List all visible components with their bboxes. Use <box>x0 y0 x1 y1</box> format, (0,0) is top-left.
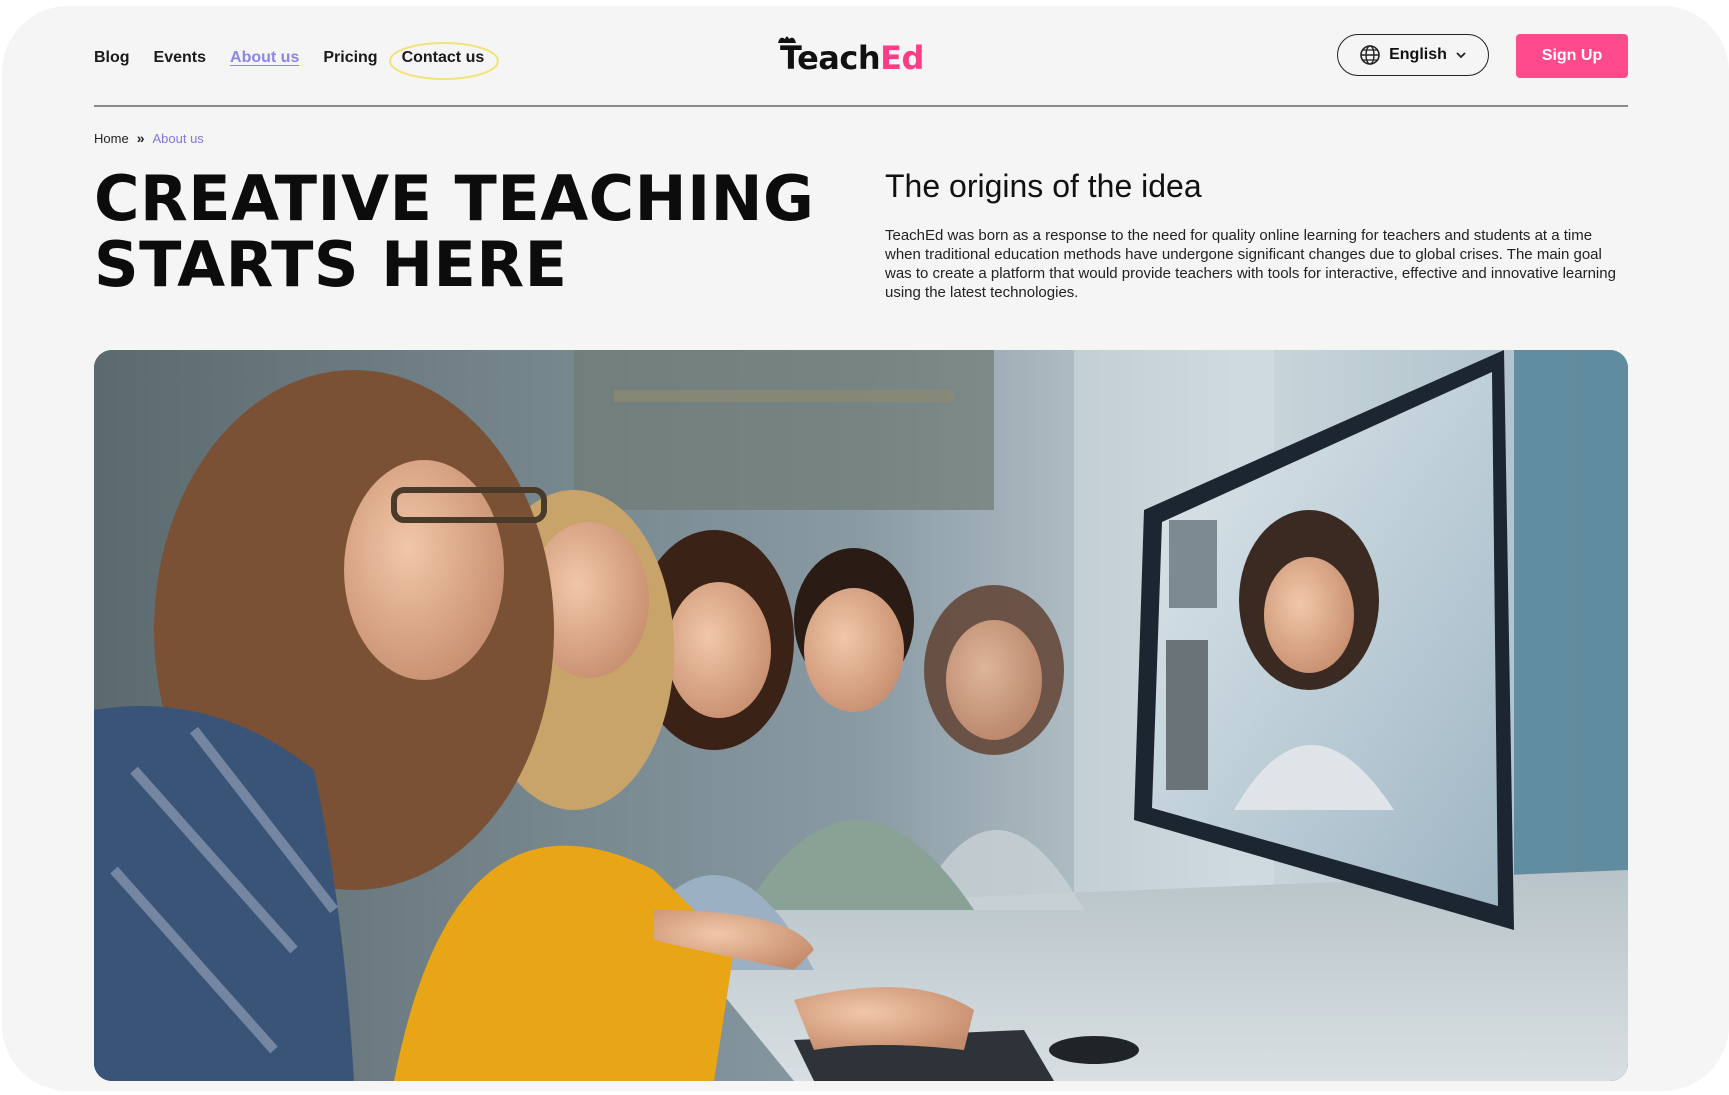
breadcrumb-home[interactable]: Home <box>94 131 129 146</box>
nav-events[interactable]: Events <box>154 49 206 67</box>
hero-image <box>94 350 1628 1081</box>
breadcrumb-separator: » <box>136 130 145 146</box>
page-title: CREATIVE TEACHING STARTS HERE <box>94 166 814 298</box>
hero-photo-illustration <box>94 350 1628 1081</box>
nav-contact-us[interactable]: Contact us <box>388 42 499 80</box>
brand-wordmark: TeachEd <box>778 36 924 77</box>
header-divider <box>94 105 1628 107</box>
breadcrumb-current: About us <box>152 130 204 146</box>
brand-logo[interactable]: TeachEd <box>778 36 950 78</box>
nav-pricing[interactable]: Pricing <box>323 49 377 67</box>
language-label: English <box>1389 46 1447 63</box>
page-title-line2: STARTS HERE <box>94 228 568 301</box>
breadcrumb: Home » About us <box>94 130 204 146</box>
nav-about-us[interactable]: About us <box>230 49 299 67</box>
nav-contact-us-label: Contact us <box>401 49 485 66</box>
signup-button[interactable]: Sign Up <box>1516 34 1628 78</box>
brand-name-part2: Ed <box>880 39 924 77</box>
logo-antlers-icon <box>778 36 796 43</box>
nav-blog[interactable]: Blog <box>94 49 130 67</box>
language-selector[interactable]: English <box>1337 34 1489 76</box>
chevron-down-icon <box>1456 52 1466 59</box>
main-nav: Blog Events About us Pricing Contact us <box>94 42 508 80</box>
page-title-line1: CREATIVE TEACHING <box>94 162 815 235</box>
section-heading: The origins of the idea <box>885 168 1202 204</box>
section-description: TeachEd was born as a response to the ne… <box>885 227 1616 301</box>
globe-icon <box>1360 45 1380 65</box>
